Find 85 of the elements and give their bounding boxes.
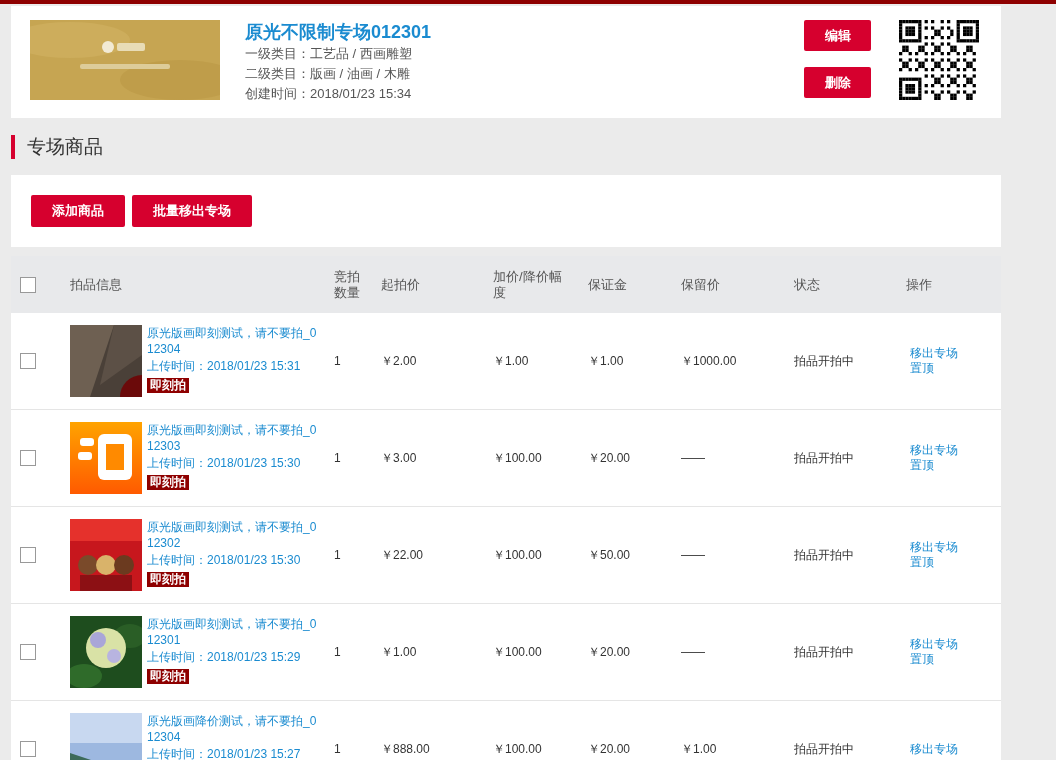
remove-link[interactable]: 移出专场 — [910, 346, 958, 361]
deposit-text: ￥20.00 — [588, 450, 632, 467]
upload-time: 2018/01/23 15:27 — [207, 746, 301, 760]
batch-remove-button[interactable]: 批量移出专场 — [132, 195, 252, 227]
reserve-price-text: —— — [681, 547, 706, 564]
item-title-link[interactable]: 原光版画即刻测试，请不要拍_012301 — [147, 616, 319, 648]
remove-link[interactable]: 移出专场 — [910, 443, 958, 458]
upload-label: 上传时间： — [147, 455, 207, 471]
increment-text: ￥100.00 — [493, 741, 543, 758]
pin-link[interactable]: 置顶 — [910, 361, 934, 376]
upload-time: 2018/01/23 15:31 — [207, 358, 301, 374]
increment-text: ￥100.00 — [493, 547, 543, 564]
upload-time: 2018/01/23 15:30 — [207, 455, 301, 471]
upload-label: 上传时间： — [147, 746, 207, 760]
start-price-text: ￥22.00 — [381, 547, 425, 564]
start-price-text: ￥1.00 — [381, 644, 418, 661]
pin-link[interactable]: 置顶 — [910, 652, 934, 667]
remove-link[interactable]: 移出专场 — [910, 637, 958, 652]
checkbox[interactable] — [20, 644, 36, 660]
instant-auction-tag: 即刻拍 — [147, 669, 189, 684]
start-price-text: ￥2.00 — [381, 353, 418, 370]
upload-time: 2018/01/23 15:29 — [207, 649, 301, 665]
column-header: 保证金 — [588, 276, 628, 293]
start-price-text: ￥888.00 — [381, 741, 431, 758]
deposit-text: ￥50.00 — [588, 547, 632, 564]
deposit-text: ￥20.00 — [588, 644, 632, 661]
status-text: 拍品开拍中 — [794, 741, 855, 758]
item-title-link[interactable]: 原光版画即刻测试，请不要拍_012302 — [147, 519, 319, 551]
meta-label: 一级类目： — [245, 45, 310, 63]
quantity-text: 1 — [334, 644, 342, 661]
qr-code-icon — [899, 20, 979, 100]
instant-auction-tag: 即刻拍 — [147, 572, 189, 587]
meta-value: 工艺品 / 西画雕塑 — [310, 45, 412, 63]
status-text: 拍品开拍中 — [794, 450, 855, 467]
reserve-price-text: —— — [681, 644, 706, 661]
pin-link[interactable]: 置顶 — [910, 555, 934, 570]
upload-label: 上传时间： — [147, 552, 207, 568]
column-header: 操作 — [906, 276, 933, 293]
checkbox[interactable] — [20, 450, 36, 466]
status-text: 拍品开拍中 — [794, 353, 855, 370]
session-title: 原光不限制专场012301 — [245, 21, 432, 44]
instant-auction-tag: 即刻拍 — [147, 475, 189, 490]
checkbox[interactable] — [20, 741, 36, 757]
upload-label: 上传时间： — [147, 649, 207, 665]
start-price-text: ￥3.00 — [381, 450, 418, 467]
status-text: 拍品开拍中 — [794, 644, 855, 661]
deposit-text: ￥20.00 — [588, 741, 632, 758]
column-header: 竞拍数量 — [334, 268, 361, 301]
meta-value: 版画 / 油画 / 木雕 — [310, 65, 410, 83]
column-header: 起拍价 — [381, 276, 421, 293]
checkbox[interactable] — [20, 276, 36, 293]
reserve-price-text: —— — [681, 450, 706, 467]
column-header: 拍品信息 — [70, 276, 123, 293]
instant-auction-tag: 即刻拍 — [147, 378, 189, 393]
deposit-text: ￥1.00 — [588, 353, 625, 370]
reserve-price-text: ￥1000.00 — [681, 353, 738, 370]
add-item-button[interactable]: 添加商品 — [31, 195, 125, 227]
column-header: 保留价 — [681, 276, 721, 293]
item-title-link[interactable]: 原光版画即刻测试，请不要拍_012304 — [147, 325, 319, 357]
quantity-text: 1 — [334, 353, 342, 370]
checkbox[interactable] — [20, 547, 36, 563]
item-title-link[interactable]: 原光版画即刻测试，请不要拍_012303 — [147, 422, 319, 454]
section-title: 专场商品 — [11, 134, 103, 159]
meta-value: 2018/01/23 15:34 — [310, 85, 412, 103]
item-title-link[interactable]: 原光版画降价测试，请不要拍_012304 — [147, 713, 319, 745]
checkbox[interactable] — [20, 353, 36, 369]
column-header: 状态 — [794, 276, 821, 293]
quantity-text: 1 — [334, 547, 342, 564]
edit-button[interactable]: 编辑 — [804, 20, 871, 51]
upload-time: 2018/01/23 15:30 — [207, 552, 301, 568]
quantity-text: 1 — [334, 450, 342, 467]
delete-button[interactable]: 删除 — [804, 67, 871, 98]
upload-label: 上传时间： — [147, 358, 207, 374]
meta-label: 创建时间： — [245, 85, 310, 103]
remove-link[interactable]: 移出专场 — [910, 540, 958, 555]
column-header: 加价/降价幅度 — [493, 268, 563, 301]
increment-text: ￥100.00 — [493, 644, 543, 661]
status-text: 拍品开拍中 — [794, 547, 855, 564]
increment-text: ￥1.00 — [493, 353, 530, 370]
pin-link[interactable]: 置顶 — [910, 458, 934, 473]
quantity-text: 1 — [334, 741, 342, 758]
remove-link[interactable]: 移出专场 — [910, 741, 958, 757]
increment-text: ￥100.00 — [493, 450, 543, 467]
meta-label: 二级类目： — [245, 65, 310, 83]
reserve-price-text: ￥1.00 — [681, 741, 718, 758]
